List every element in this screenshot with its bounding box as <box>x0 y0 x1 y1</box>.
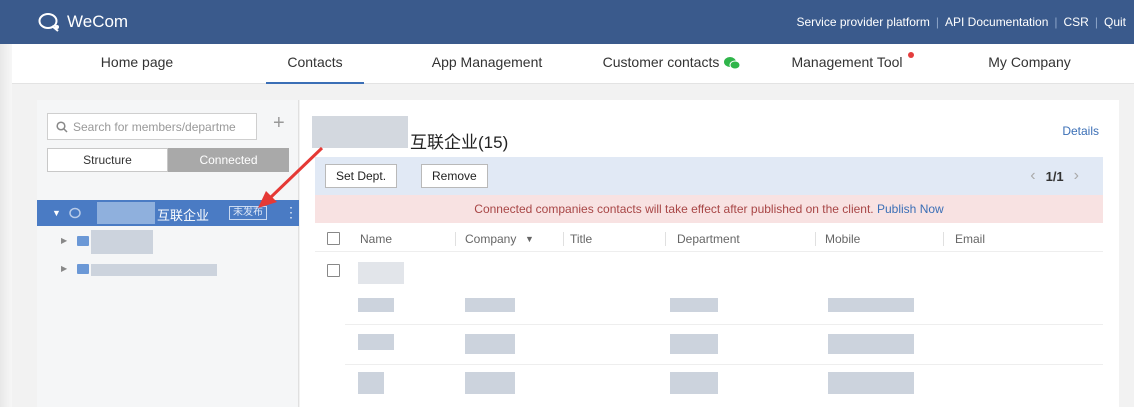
column-divider <box>563 232 564 246</box>
org-tree-panel: Search for members/departme + Structure … <box>37 100 299 407</box>
company-title: 互联企业(15) <box>410 133 509 152</box>
remove-button[interactable]: Remove <box>421 164 488 188</box>
col-mobile[interactable]: Mobile <box>825 232 860 246</box>
col-department[interactable]: Department <box>677 232 740 246</box>
wecom-logo[interactable]: WeCom <box>38 12 128 32</box>
redacted-department <box>91 264 217 276</box>
app-name: WeCom <box>67 12 129 31</box>
service-provider-link[interactable]: Service provider platform <box>796 15 929 29</box>
row-divider <box>345 364 1103 365</box>
redacted-company-name <box>312 116 408 148</box>
window-shadow <box>0 0 12 407</box>
publish-notice: Connected companies contacts will take e… <box>315 195 1103 223</box>
notification-dot <box>908 52 914 58</box>
tab-connected[interactable]: Connected <box>168 148 289 172</box>
nav-app-management[interactable]: App Management <box>417 44 557 84</box>
nav-contacts[interactable]: Contacts <box>266 44 364 84</box>
col-name[interactable]: Name <box>360 232 392 246</box>
redacted-cell <box>670 334 718 354</box>
company-detail-panel: 互联企业(15) Details Set Dept. Remove ‹ 1/1 … <box>300 100 1119 407</box>
redacted-cell <box>358 334 394 350</box>
nav-customer-contacts-label: Customer contacts <box>602 54 720 70</box>
redacted-cell <box>465 298 515 312</box>
top-links: Service provider platform | API Document… <box>796 15 1126 29</box>
tree-node[interactable]: ▶ <box>37 258 299 282</box>
nav-customer-contacts[interactable]: Customer contacts <box>592 44 752 84</box>
wechat-icon <box>724 57 741 70</box>
redacted-cell <box>358 298 394 312</box>
table-header: Name Company ▼ Title Department Mobile E… <box>315 226 1103 252</box>
unpublished-badge: 未发布 <box>229 206 267 220</box>
prev-page-icon[interactable]: ‹ <box>1030 167 1035 185</box>
redacted-cell <box>358 372 384 394</box>
column-divider <box>943 232 944 246</box>
redacted-cell <box>670 298 718 312</box>
redacted-cell <box>465 372 515 394</box>
tree-tabs: Structure Connected <box>47 148 289 172</box>
folder-icon <box>77 236 89 246</box>
publish-now-link[interactable]: Publish Now <box>877 202 944 216</box>
tab-structure[interactable]: Structure <box>47 148 168 172</box>
notice-text: Connected companies contacts will take e… <box>474 202 874 216</box>
link-separator: | <box>935 15 939 29</box>
more-options-icon[interactable]: ⋮ <box>284 204 298 221</box>
member-toolbar: Set Dept. Remove ‹ 1/1 › <box>315 157 1103 195</box>
column-divider <box>815 232 816 246</box>
tree-node[interactable]: ▶ <box>37 230 299 254</box>
nav-management-tool[interactable]: Management Tool <box>782 44 912 84</box>
collapsed-caret-icon[interactable]: ▶ <box>61 236 67 245</box>
wecom-logo-icon <box>38 13 59 32</box>
folder-icon <box>77 264 89 274</box>
collapsed-caret-icon[interactable]: ▶ <box>61 264 67 273</box>
link-separator: | <box>1094 15 1098 29</box>
nav-home[interactable]: Home page <box>82 44 192 84</box>
col-company[interactable]: Company <box>465 232 516 246</box>
selected-node-name: 互联企业 <box>157 208 210 223</box>
column-divider <box>665 232 666 246</box>
redacted-cell <box>828 372 914 394</box>
search-placeholder: Search for members/departme <box>73 119 236 134</box>
details-link[interactable]: Details <box>1062 124 1099 138</box>
main-nav: Home page Contacts App Management Custom… <box>12 44 1134 84</box>
nav-my-company[interactable]: My Company <box>967 44 1092 84</box>
pagination: ‹ 1/1 › <box>1020 167 1089 185</box>
col-email[interactable]: Email <box>955 232 985 246</box>
redacted-cell <box>828 298 914 312</box>
redacted-cell <box>828 334 914 354</box>
sort-caret-icon[interactable]: ▼ <box>525 234 534 244</box>
redacted-department <box>91 230 153 254</box>
page-indicator: 1/1 <box>1045 168 1064 184</box>
member-search-input[interactable]: Search for members/departme <box>47 113 257 140</box>
col-title[interactable]: Title <box>570 232 592 246</box>
next-page-icon[interactable]: › <box>1074 167 1079 185</box>
quit-link[interactable]: Quit <box>1104 15 1126 29</box>
select-all-checkbox[interactable] <box>327 232 340 245</box>
company-logo-icon <box>69 207 81 219</box>
column-divider <box>455 232 456 246</box>
add-button[interactable]: + <box>273 112 285 135</box>
top-bar: WeCom Service provider platform | API Do… <box>0 0 1134 44</box>
redacted-cell <box>465 334 515 354</box>
row-divider <box>345 324 1103 325</box>
expand-caret-icon[interactable]: ▼ <box>52 208 61 218</box>
redacted-name <box>97 202 155 224</box>
redacted-cell <box>358 262 404 284</box>
row-checkbox[interactable] <box>327 264 340 277</box>
api-docs-link[interactable]: API Documentation <box>945 15 1048 29</box>
tree-node-selected[interactable]: ▼ 互联企业 未发布 ⋮ <box>37 200 299 226</box>
set-dept-button[interactable]: Set Dept. <box>325 164 398 188</box>
redacted-cell <box>670 372 718 394</box>
csr-link[interactable]: CSR <box>1064 15 1089 29</box>
link-separator: | <box>1054 15 1058 29</box>
search-icon <box>56 120 68 133</box>
